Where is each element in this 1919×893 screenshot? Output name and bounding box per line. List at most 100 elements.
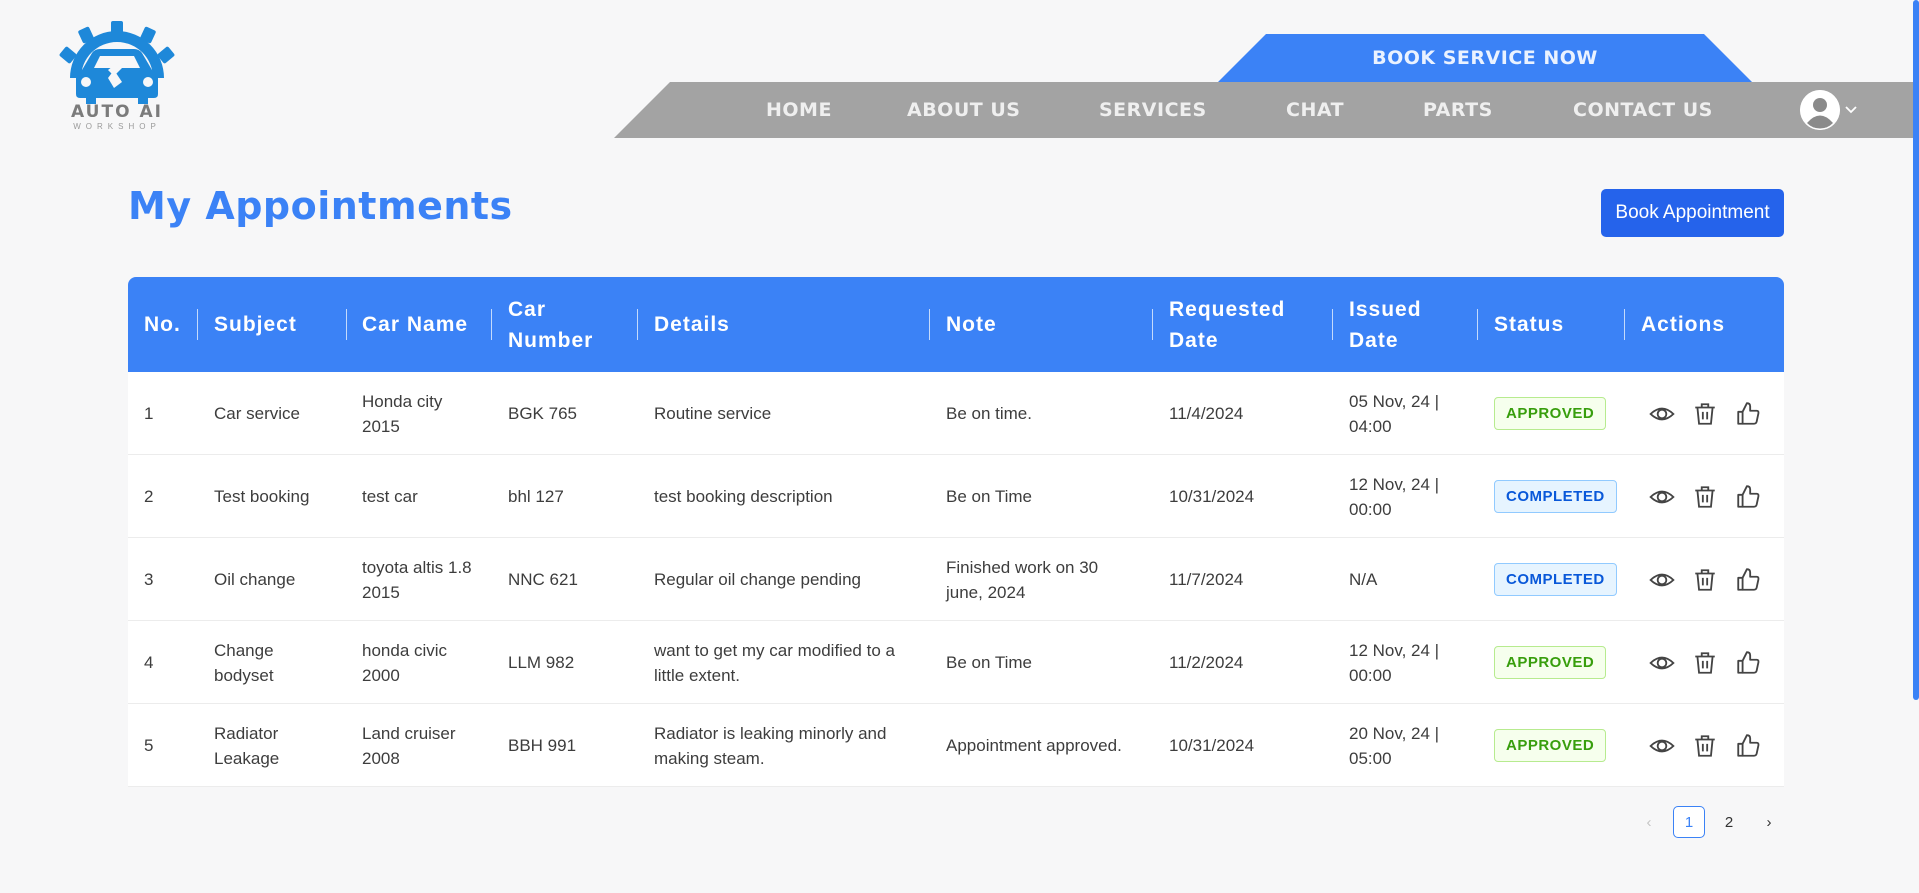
trash-icon[interactable]	[1692, 401, 1718, 427]
pagination-next[interactable]: ›	[1753, 806, 1785, 838]
pagination-prev[interactable]: ‹	[1633, 806, 1665, 838]
cell-subject: Radiator Leakage	[214, 723, 280, 768]
cell-note: Appointment approved.	[946, 736, 1122, 755]
cell-car-name: Land cruiser 2008	[362, 723, 456, 768]
main-nav: HOME ABOUT US SERVICES CHAT PARTS CONTAC…	[614, 82, 1919, 138]
scrollbar[interactable]	[1913, 0, 1919, 700]
col-car-number: Car Number	[508, 297, 594, 352]
logo[interactable]: AUTO AI WORKSHOP	[52, 18, 182, 133]
row-actions	[1625, 401, 1761, 427]
eye-icon[interactable]	[1649, 484, 1675, 510]
brand-name: AUTO AI	[71, 102, 163, 122]
cell-subject: Change bodyset	[214, 640, 274, 685]
cell-issued-date: N/A	[1349, 570, 1378, 589]
cell-issued-date: 20 Nov, 24 | 05:00	[1349, 723, 1440, 768]
cell-car-number: BGK 765	[508, 404, 577, 423]
cell-requested-date: 11/4/2024	[1169, 404, 1244, 423]
cell-no: 4	[144, 653, 154, 672]
status-badge: COMPLETED	[1494, 480, 1617, 513]
cell-no: 2	[144, 487, 154, 506]
brand-tagline: WORKSHOP	[73, 122, 161, 131]
book-service-now-button[interactable]: BOOK SERVICE NOW	[1218, 34, 1752, 82]
table-body: 1 Car service Honda city 2015 BGK 765 Routin…	[128, 372, 1784, 787]
table-row: 3 Oil change toyota altis 1.8 2015 NNC 621 R…	[128, 538, 1784, 621]
col-details: Details	[654, 313, 730, 336]
cell-car-name: test car	[362, 487, 418, 506]
chevron-down-icon	[1845, 106, 1857, 114]
cell-requested-date: 10/31/2024	[1169, 487, 1255, 506]
cell-details: want to get my car modified to a little …	[654, 640, 895, 685]
trash-icon[interactable]	[1692, 733, 1718, 759]
row-actions	[1625, 484, 1761, 510]
cell-requested-date: 11/2/2024	[1169, 653, 1244, 672]
col-no: No.	[144, 313, 181, 336]
cell-status: APPROVED	[1478, 704, 1625, 787]
thumbs-up-icon[interactable]	[1735, 733, 1761, 759]
appointments-table: No. Subject Car Name Car Number Details …	[128, 277, 1784, 787]
cell-car-name: Honda city 2015	[362, 391, 443, 436]
cell-no: 1	[144, 404, 154, 423]
cell-note: Be on Time	[946, 487, 1032, 506]
thumbs-up-icon[interactable]	[1735, 567, 1761, 593]
cell-subject: Car service	[214, 404, 300, 423]
eye-icon[interactable]	[1649, 650, 1675, 676]
cell-note: Be on time.	[946, 404, 1032, 423]
row-actions	[1625, 567, 1761, 593]
trash-icon[interactable]	[1692, 567, 1718, 593]
book-appointment-button[interactable]: Book Appointment	[1601, 189, 1784, 237]
cell-actions	[1625, 704, 1784, 787]
cell-details: Routine service	[654, 404, 772, 423]
table-row: 4 Change bodyset honda civic 2000 LLM 982 wa…	[128, 621, 1784, 704]
eye-icon[interactable]	[1649, 733, 1675, 759]
row-actions	[1625, 650, 1761, 676]
cell-car-number: bhl 127	[508, 487, 564, 506]
status-badge: APPROVED	[1494, 729, 1607, 762]
table-header: No. Subject Car Name Car Number Details …	[128, 277, 1784, 372]
nav-parts[interactable]: PARTS	[1423, 82, 1493, 138]
col-status: Status	[1494, 313, 1565, 336]
table-row: 1 Car service Honda city 2015 BGK 765 Routin…	[128, 372, 1784, 455]
cell-actions	[1625, 455, 1784, 538]
cell-actions	[1625, 538, 1784, 621]
pagination-page-1[interactable]: 1	[1673, 806, 1705, 838]
thumbs-up-icon[interactable]	[1735, 401, 1761, 427]
col-actions: Actions	[1641, 313, 1726, 336]
nav-services[interactable]: SERVICES	[1099, 82, 1207, 138]
cell-status: APPROVED	[1478, 372, 1625, 455]
trash-icon[interactable]	[1692, 484, 1718, 510]
nav-chat[interactable]: CHAT	[1286, 82, 1344, 138]
nav-contact-us[interactable]: CONTACT US	[1573, 82, 1713, 138]
col-subject: Subject	[214, 313, 297, 336]
user-avatar-icon	[1800, 90, 1840, 130]
eye-icon[interactable]	[1649, 401, 1675, 427]
cell-no: 3	[144, 570, 154, 589]
cell-issued-date: 12 Nov, 24 | 00:00	[1349, 474, 1440, 519]
cell-no: 5	[144, 736, 154, 755]
cell-subject: Test booking	[214, 487, 310, 506]
cell-status: COMPLETED	[1478, 538, 1625, 621]
cell-subject: Oil change	[214, 570, 296, 589]
col-car-name: Car Name	[362, 313, 469, 336]
thumbs-up-icon[interactable]	[1735, 484, 1761, 510]
user-menu[interactable]	[1800, 90, 1858, 130]
nav-about-us[interactable]: ABOUT US	[907, 82, 1020, 138]
cell-car-number: BBH 991	[508, 736, 577, 755]
cell-details: Radiator is leaking minorly and making s…	[654, 723, 887, 768]
pagination-page-2[interactable]: 2	[1713, 806, 1745, 838]
cell-car-name: toyota altis 1.8 2015	[362, 557, 472, 602]
status-badge: APPROVED	[1494, 646, 1607, 679]
col-issued-date: Issued Date	[1349, 297, 1422, 352]
trash-icon[interactable]	[1692, 650, 1718, 676]
thumbs-up-icon[interactable]	[1735, 650, 1761, 676]
eye-icon[interactable]	[1649, 567, 1675, 593]
col-note: Note	[946, 313, 997, 336]
cell-issued-date: 12 Nov, 24 | 00:00	[1349, 640, 1440, 685]
row-actions	[1625, 733, 1761, 759]
car-gear-logo-icon	[59, 21, 175, 104]
pagination: ‹ 1 2 ›	[1633, 806, 1785, 838]
cell-note: Be on Time	[946, 653, 1032, 672]
table-row: 2 Test booking test car bhl 127 test booking…	[128, 455, 1784, 538]
cell-car-number: NNC 621	[508, 570, 578, 589]
nav-home[interactable]: HOME	[766, 82, 832, 138]
page-title: My Appointments	[128, 184, 513, 228]
